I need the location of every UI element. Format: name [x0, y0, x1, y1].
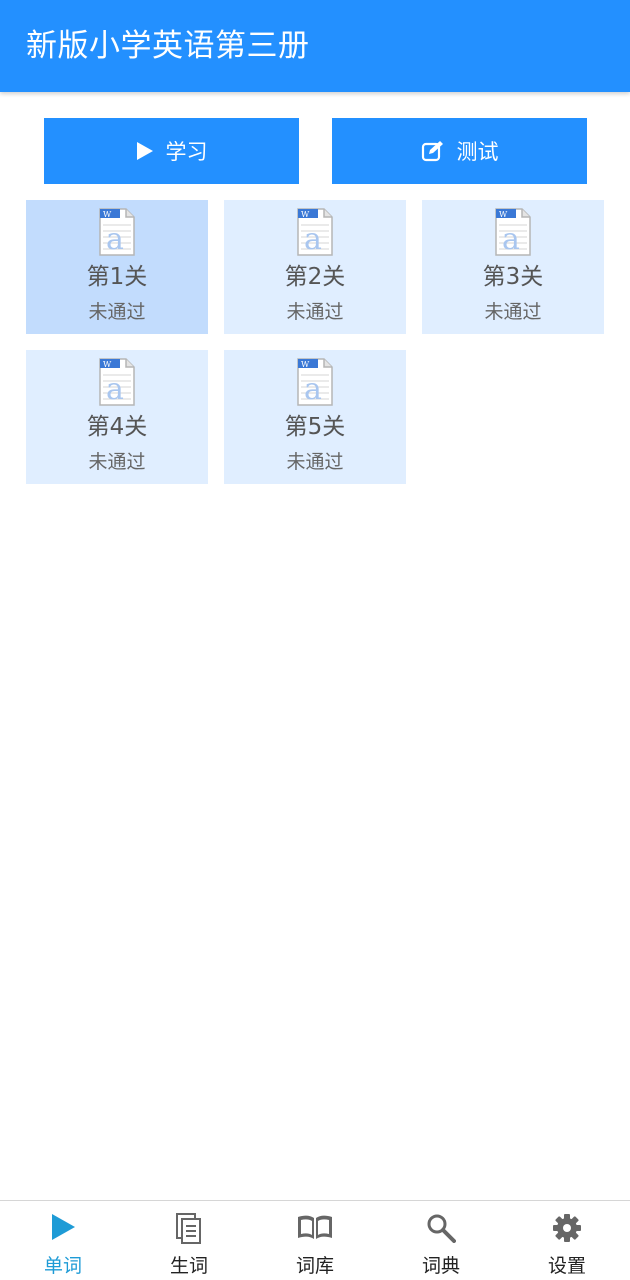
level-status: 未通过	[484, 301, 542, 323]
level-tile-3[interactable]: W a 第3关 未通过	[422, 200, 604, 334]
svg-text:a: a	[106, 372, 124, 407]
nav-label: 词典	[421, 1255, 460, 1277]
document-a-icon: W a	[99, 358, 135, 407]
svg-text:a: a	[304, 222, 322, 257]
app-bar: 新版小学英语第三册	[0, 0, 630, 92]
level-status: 未通过	[88, 301, 146, 323]
level-name: 第5关	[284, 414, 346, 440]
bottom-nav: 单词 生词 词库 词典 设置	[0, 1200, 630, 1280]
level-tile-2[interactable]: W a 第2关 未通过	[224, 200, 406, 334]
book-icon	[252, 1213, 378, 1245]
nav-label: 设置	[547, 1255, 586, 1277]
gear-icon	[504, 1213, 630, 1245]
edit-icon	[421, 140, 445, 162]
level-name: 第1关	[86, 264, 148, 290]
level-name: 第2关	[284, 264, 346, 290]
nav-item-new-words[interactable]: 生词	[126, 1201, 252, 1280]
svg-text:W: W	[103, 210, 112, 219]
svg-text:W: W	[301, 210, 310, 219]
svg-text:W: W	[301, 360, 310, 369]
nav-label: 词库	[295, 1255, 334, 1277]
study-button[interactable]: 学习	[44, 118, 299, 184]
svg-text:W: W	[499, 210, 508, 219]
level-status: 未通过	[286, 301, 344, 323]
nav-item-settings[interactable]: 设置	[504, 1201, 630, 1280]
document-a-icon: W a	[297, 358, 333, 407]
nav-label: 生词	[169, 1255, 208, 1277]
page-title: 新版小学英语第三册	[26, 28, 310, 64]
document-icon	[126, 1213, 252, 1245]
play-icon	[136, 141, 154, 161]
svg-text:a: a	[502, 222, 520, 257]
level-tile-5[interactable]: W a 第5关 未通过	[224, 350, 406, 484]
nav-item-word-bank[interactable]: 词库	[252, 1201, 378, 1280]
document-a-icon: W a	[495, 208, 531, 257]
nav-label: 单词	[43, 1255, 82, 1277]
level-name: 第3关	[482, 264, 544, 290]
svg-text:a: a	[304, 372, 322, 407]
study-button-label: 学习	[165, 140, 208, 164]
nav-item-dictionary[interactable]: 词典	[378, 1201, 504, 1280]
level-status: 未通过	[286, 451, 344, 473]
svg-text:W: W	[103, 360, 112, 369]
level-status: 未通过	[88, 451, 146, 473]
level-tile-4[interactable]: W a 第4关 未通过	[26, 350, 208, 484]
test-button-label: 测试	[456, 140, 499, 164]
level-name: 第4关	[86, 414, 148, 440]
svg-text:a: a	[106, 222, 124, 257]
level-tile-1[interactable]: W a 第1关 未通过	[26, 200, 208, 334]
search-icon	[378, 1213, 504, 1245]
test-button[interactable]: 测试	[332, 118, 587, 184]
document-a-icon: W a	[99, 208, 135, 257]
document-a-icon: W a	[297, 208, 333, 257]
nav-item-words[interactable]: 单词	[0, 1201, 126, 1280]
play-icon	[0, 1213, 126, 1245]
